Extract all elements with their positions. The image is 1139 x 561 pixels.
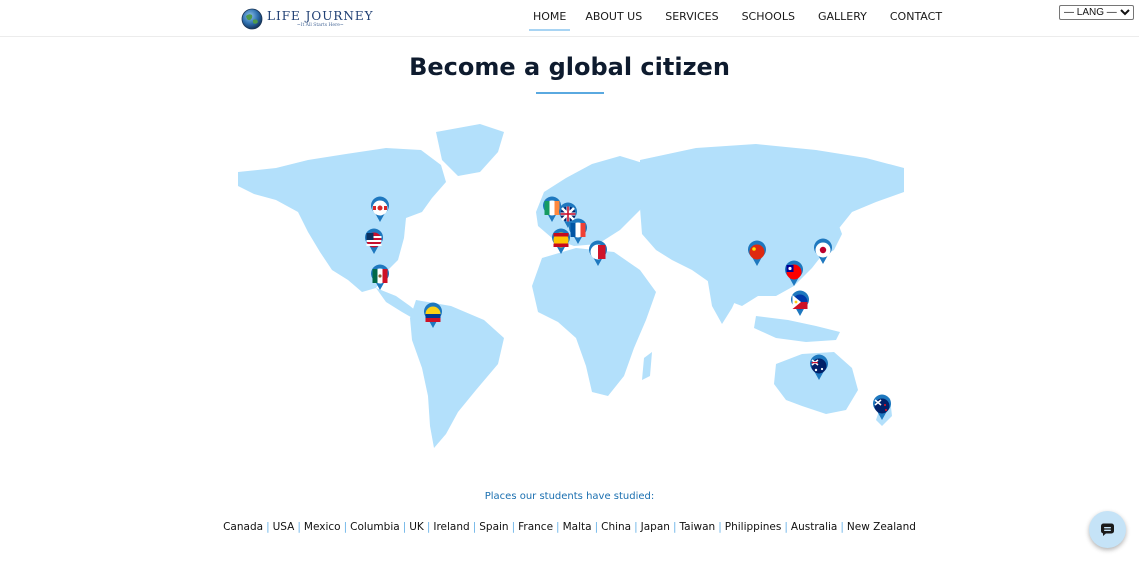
country-columbia: Columbia xyxy=(350,521,400,533)
madagascar-landmass xyxy=(642,352,652,380)
separator: | xyxy=(672,521,677,533)
country-new-zealand: New Zealand xyxy=(846,521,916,533)
southeast-asia-islands xyxy=(754,316,840,342)
nav-home[interactable]: HOME xyxy=(529,0,571,31)
logo[interactable]: LIFE JOURNEY ~It All Starts Here~ xyxy=(241,7,374,31)
title-underline xyxy=(536,92,604,94)
country-ireland: Ireland xyxy=(433,521,470,533)
logo-title: LIFE JOURNEY xyxy=(267,8,374,23)
greenland-landmass xyxy=(436,124,504,176)
country-canada: Canada xyxy=(223,521,264,533)
country-japan: Japan xyxy=(640,521,670,533)
separator: | xyxy=(634,521,638,533)
country-spain: Spain xyxy=(479,521,509,533)
globe-icon xyxy=(241,8,263,30)
nav-services[interactable]: SERVICES xyxy=(665,0,718,31)
separator: | xyxy=(840,521,844,533)
nav-contact[interactable]: CONTACT xyxy=(890,0,942,31)
country-mexico: Mexico xyxy=(303,521,341,533)
country-china: China xyxy=(601,521,632,533)
nav-schools[interactable]: SCHOOLS xyxy=(742,0,795,31)
separator: | xyxy=(472,521,477,533)
pin-spain[interactable] xyxy=(552,228,570,254)
nav-about-us[interactable]: ABOUT US xyxy=(585,0,642,31)
separator: | xyxy=(426,521,431,533)
map-land xyxy=(238,124,904,448)
separator: | xyxy=(784,521,788,533)
country-malta: Malta xyxy=(562,521,592,533)
separator: | xyxy=(511,521,516,533)
language-select[interactable]: — LANG — xyxy=(1059,5,1134,20)
separator: | xyxy=(594,521,599,533)
country-usa: USA xyxy=(272,521,295,533)
country-australia: Australia xyxy=(790,521,838,533)
north-america-landmass xyxy=(238,148,446,292)
places-label: Places our students have studied: xyxy=(484,491,655,502)
page-title: Become a global citizen xyxy=(409,53,730,81)
country-france: France xyxy=(518,521,554,533)
separator: | xyxy=(718,521,722,533)
country-list: Canada | USA | Mexico | Columbia | UK | Ireland | Sp… xyxy=(0,521,1139,533)
country-taiwan: Taiwan xyxy=(679,521,716,533)
africa-landmass xyxy=(532,248,656,396)
country-uk: UK xyxy=(409,521,424,533)
asia-landmass xyxy=(640,144,904,306)
chat-button[interactable] xyxy=(1089,511,1126,548)
nav-gallery[interactable]: GALLERY xyxy=(818,0,867,31)
logo-tagline: ~It All Starts Here~ xyxy=(296,22,344,28)
pin-philippines[interactable] xyxy=(791,290,809,316)
site-header: LIFE JOURNEY ~It All Starts Here~ HOME A… xyxy=(0,0,1139,37)
chat-icon xyxy=(1101,523,1114,536)
separator: | xyxy=(297,521,301,533)
south-america-landmass xyxy=(410,300,504,448)
separator: | xyxy=(266,521,270,533)
separator: | xyxy=(402,521,407,533)
world-map xyxy=(238,124,904,448)
main-nav: HOME ABOUT US SERVICES SCHOOLS GALLERY C… xyxy=(525,0,942,36)
country-philippines: Philippines xyxy=(724,521,782,533)
separator: | xyxy=(556,521,560,533)
separator: | xyxy=(343,521,348,533)
